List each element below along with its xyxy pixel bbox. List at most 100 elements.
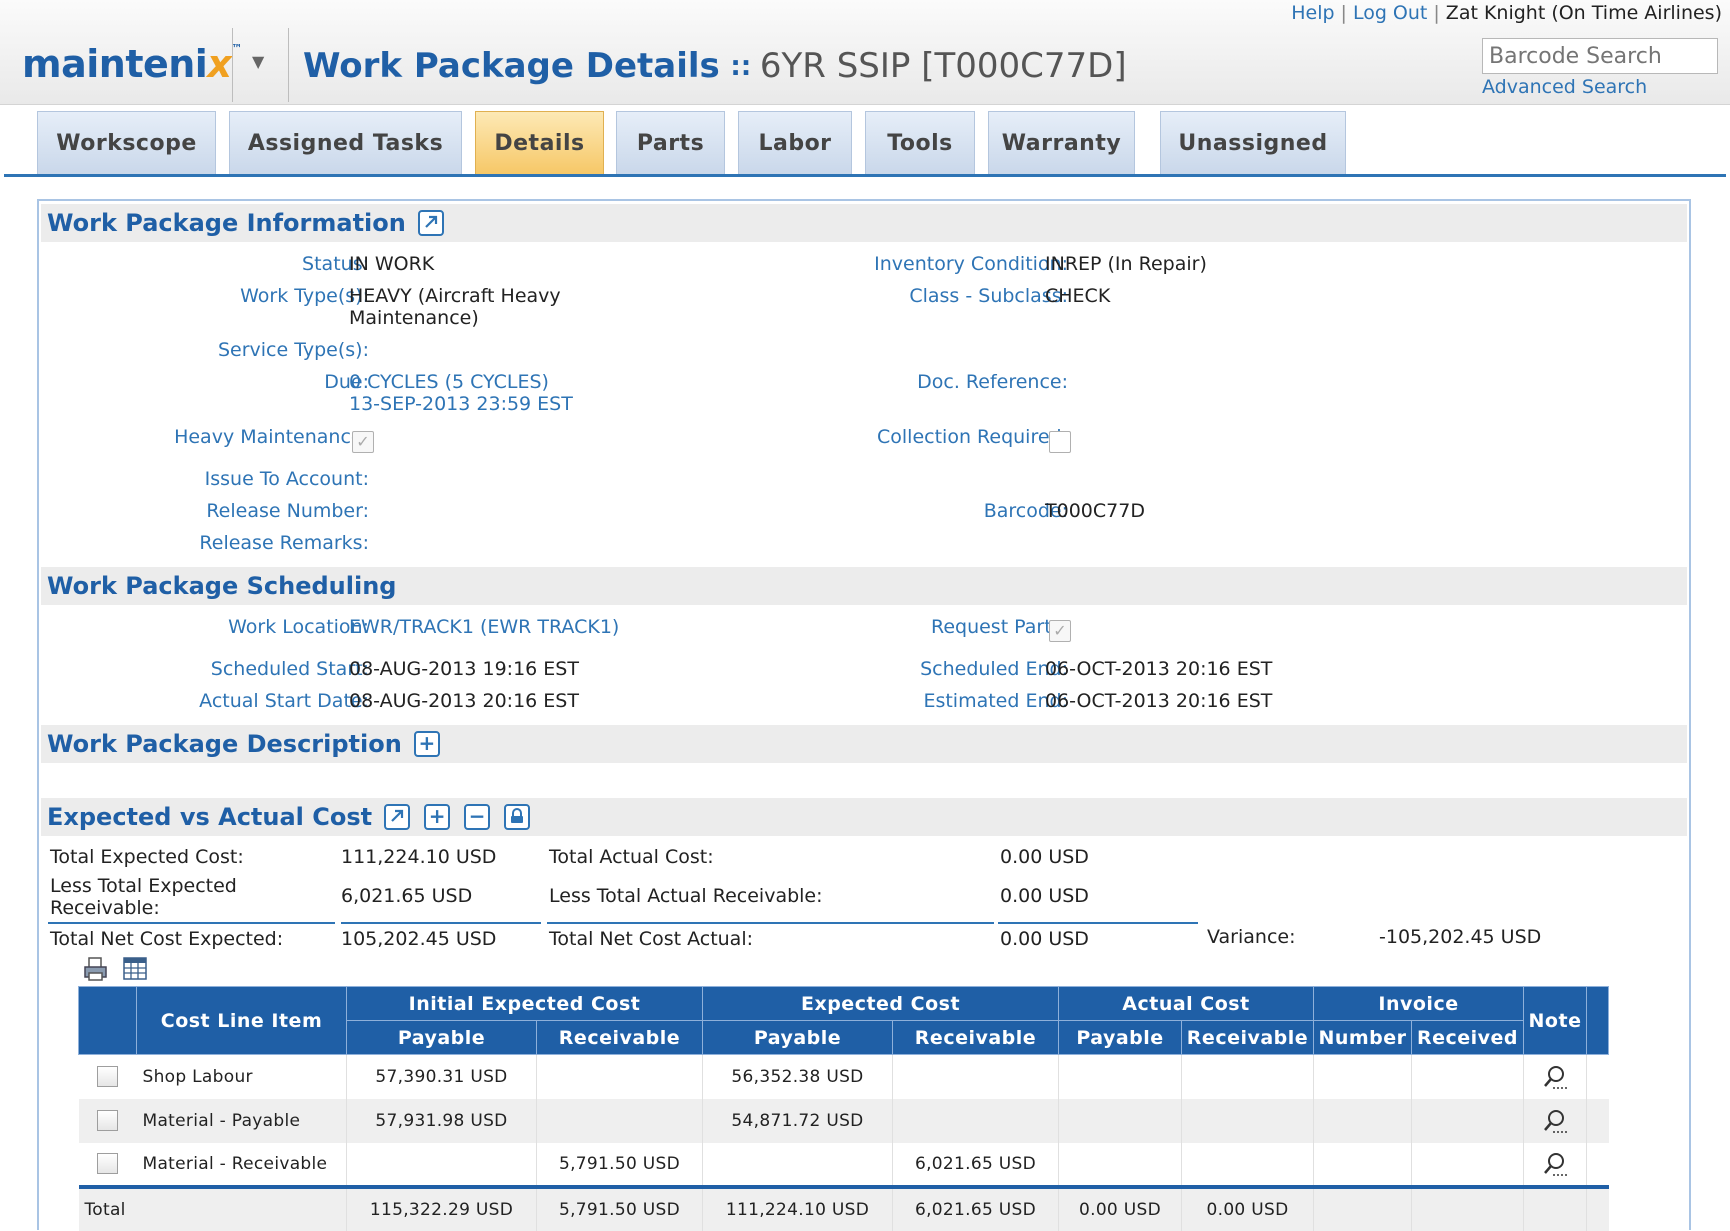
invoice-number-header[interactable]: Number xyxy=(1313,1020,1412,1055)
iec-receivable-cell xyxy=(536,1054,703,1099)
total-actual-cost-value: 0.00 USD xyxy=(1000,846,1089,868)
note-cell[interactable] xyxy=(1523,1142,1587,1187)
cost-line-item-header[interactable]: Cost Line Item xyxy=(136,986,347,1055)
lock-icon[interactable] xyxy=(504,804,531,830)
cost-line-item-grid: Cost Line Item Initial Expected Cost Exp… xyxy=(78,986,1609,1231)
service-type-label: Service Type(s): xyxy=(217,339,369,361)
remove-minus-icon[interactable]: − xyxy=(464,804,491,830)
barcode-search-input[interactable] xyxy=(1482,38,1718,74)
actual-start-label: Actual Start Date: xyxy=(199,690,369,712)
table-row[interactable]: Material - Receivable 5,791.50 USD 6,021… xyxy=(79,1142,1609,1187)
work-location-link[interactable]: EWR/TRACK1 (EWR TRACK1) xyxy=(349,616,619,638)
heavy-maintenance-label: Heavy Maintenance: xyxy=(174,426,369,448)
ec-payable-cell: 54,871.72 USD xyxy=(702,1098,893,1143)
request-parts-label: Request Parts: xyxy=(930,616,1068,638)
scheduled-start-value: 08-AUG-2013 19:16 EST xyxy=(349,658,579,680)
tab-assigned-tasks[interactable]: Assigned Tasks xyxy=(229,111,462,175)
iec-receivable-cell xyxy=(536,1098,703,1143)
top-bar: Help | Log Out | Zat Knight (On Time Airline… xyxy=(0,0,1730,105)
ec-receivable-header[interactable]: Receivable xyxy=(892,1020,1059,1055)
cost-line-item-cell: Material - Payable xyxy=(136,1098,347,1143)
tab-tools[interactable]: Tools xyxy=(865,111,975,175)
initial-expected-cost-header: Initial Expected Cost xyxy=(346,986,703,1021)
heavy-maintenance-checkbox: ✓ xyxy=(352,431,374,453)
tab-underline xyxy=(4,174,1726,177)
magnify-icon[interactable] xyxy=(1542,1064,1568,1090)
select-header xyxy=(78,986,137,1055)
logo-x: x xyxy=(207,42,232,86)
tab-details[interactable]: Details xyxy=(475,111,604,175)
tab-workscope[interactable]: Workscope xyxy=(37,111,216,175)
tab-unassigned[interactable]: Unassigned xyxy=(1160,111,1346,175)
class-subclass-value: CHECK xyxy=(1045,285,1111,307)
title-separator-icon: ∷ xyxy=(731,54,750,84)
total-ac-payable: 0.00 USD xyxy=(1058,1184,1182,1231)
request-parts-checkbox: ✓ xyxy=(1049,620,1071,642)
maintenix-logo[interactable]: maintenix™ xyxy=(22,42,242,86)
iec-payable-header[interactable]: Payable xyxy=(346,1020,537,1055)
extra-header xyxy=(1586,986,1609,1055)
iec-payable-cell xyxy=(346,1142,537,1187)
ec-receivable-cell xyxy=(892,1054,1059,1099)
invoice-header: Invoice xyxy=(1313,986,1524,1021)
page-title-text: Work Package Details xyxy=(303,46,720,86)
iec-receivable-header[interactable]: Receivable xyxy=(536,1020,703,1055)
iec-payable-cell: 57,931.98 USD xyxy=(346,1098,537,1143)
print-icon[interactable] xyxy=(82,956,110,982)
tab-warranty[interactable]: Warranty xyxy=(988,111,1135,175)
total-ec-receivable: 6,021.65 USD xyxy=(892,1184,1059,1231)
table-row[interactable]: Material - Payable 57,931.98 USD 54,871.… xyxy=(78,1098,1609,1143)
logout-link[interactable]: Log Out xyxy=(1353,2,1427,24)
note-cell[interactable] xyxy=(1523,1054,1587,1099)
scheduled-end-value: 06-OCT-2013 20:16 EST xyxy=(1045,658,1273,680)
total-expected-cost-value: 111,224.10 USD xyxy=(341,846,497,868)
open-external-icon[interactable] xyxy=(384,804,411,830)
doc-reference-label: Doc. Reference: xyxy=(917,371,1068,393)
variance-label: Variance: xyxy=(1207,926,1296,948)
collection-required-checkbox xyxy=(1049,431,1071,453)
total-iec-receivable: 5,791.50 USD xyxy=(536,1184,703,1231)
row-checkbox[interactable] xyxy=(97,1110,118,1131)
work-type-value: HEAVY (Aircraft Heavy xyxy=(349,285,561,307)
less-actual-receivable-value: 0.00 USD xyxy=(1000,885,1089,907)
menu-dropdown-icon[interactable]: ▼ xyxy=(252,52,264,71)
summary-rule xyxy=(48,922,335,924)
open-external-icon[interactable] xyxy=(417,210,444,236)
expand-plus-icon[interactable]: + xyxy=(413,731,440,757)
note-cell[interactable] xyxy=(1523,1098,1587,1143)
row-checkbox[interactable] xyxy=(97,1066,118,1088)
ec-payable-cell xyxy=(702,1142,893,1187)
magnify-icon[interactable] xyxy=(1542,1151,1568,1177)
due-date-link[interactable]: 13-SEP-2013 23:59 EST xyxy=(349,393,573,415)
export-grid-icon[interactable] xyxy=(122,956,150,982)
due-cycles-link[interactable]: 0 CYCLES (5 CYCLES) xyxy=(349,371,549,393)
advanced-search-link[interactable]: Advanced Search xyxy=(1482,76,1647,98)
ac-payable-header[interactable]: Payable xyxy=(1058,1020,1182,1055)
ec-receivable-cell xyxy=(892,1098,1059,1143)
actual-start-value: 08-AUG-2013 20:16 EST xyxy=(349,690,579,712)
inventory-condition-value: INREP (In Repair) xyxy=(1045,253,1207,275)
summary-rule xyxy=(341,922,541,924)
tab-labor[interactable]: Labor xyxy=(738,111,852,175)
section-header-information: Work Package Information xyxy=(41,204,1687,242)
add-plus-icon[interactable]: + xyxy=(424,804,451,830)
less-expected-receivable-label: Less Total Expected xyxy=(50,875,237,897)
ac-receivable-header[interactable]: Receivable xyxy=(1181,1020,1314,1055)
total-iec-payable: 115,322.29 USD xyxy=(346,1184,537,1231)
note-header[interactable]: Note xyxy=(1523,986,1587,1055)
ac-payable-cell xyxy=(1058,1142,1182,1187)
invoice-received-header[interactable]: Received xyxy=(1411,1020,1524,1055)
total-expected-cost-label: Total Expected Cost: xyxy=(50,846,244,868)
user-name: Zat Knight (On Time Airlines) xyxy=(1445,2,1722,24)
total-row: Total 115,322.29 USD 5,791.50 USD 111,22… xyxy=(78,1184,1609,1231)
table-row[interactable]: Shop Labour 57,390.31 USD 56,352.38 USD xyxy=(79,1054,1609,1099)
tab-parts[interactable]: Parts xyxy=(616,111,725,175)
iec-receivable-cell: 5,791.50 USD xyxy=(536,1142,703,1187)
ec-payable-header[interactable]: Payable xyxy=(702,1020,893,1055)
less-actual-receivable-label: Less Total Actual Receivable: xyxy=(549,885,823,907)
ec-receivable-cell: 6,021.65 USD xyxy=(892,1142,1059,1187)
ac-receivable-cell xyxy=(1181,1054,1314,1099)
magnify-icon[interactable] xyxy=(1542,1108,1568,1134)
help-link[interactable]: Help xyxy=(1291,2,1334,24)
row-checkbox[interactable] xyxy=(97,1153,118,1174)
